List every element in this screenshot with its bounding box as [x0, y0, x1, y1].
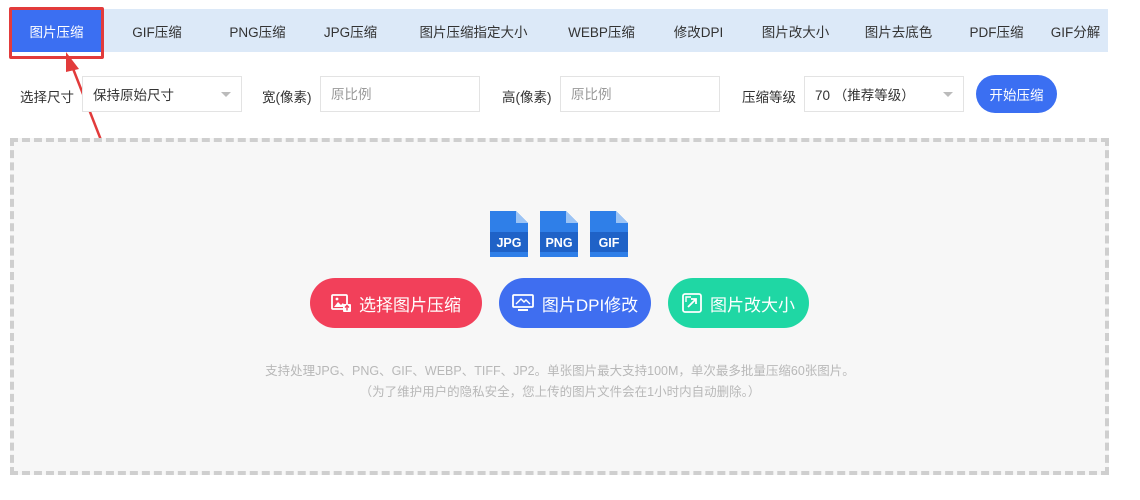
jpg-file-label: JPG [496, 236, 521, 250]
jpg-file-icon: JPG [490, 211, 528, 257]
tab-pdf-compress[interactable]: PDF压缩 [950, 9, 1043, 52]
image-resize-label: 图片改大小 [710, 295, 795, 315]
tab-webp-compress[interactable]: WEBP压缩 [550, 9, 653, 52]
image-resize-button[interactable]: 图片改大小 [668, 278, 809, 328]
tab-compress-to-size[interactable]: 图片压缩指定大小 [397, 9, 550, 52]
tab-resize-image[interactable]: 图片改大小 [744, 9, 847, 52]
size-label: 选择尺寸 [20, 90, 74, 105]
chevron-down-icon [943, 92, 953, 97]
tab-png-compress[interactable]: PNG压缩 [211, 9, 304, 52]
tool-tabbar: 图片压缩 GIF压缩 PNG压缩 JPG压缩 图片压缩指定大小 WEBP压缩 修… [10, 9, 1108, 52]
width-field[interactable] [320, 76, 480, 112]
width-input[interactable] [331, 77, 479, 111]
png-file-label: PNG [545, 236, 572, 250]
tab-jpg-compress[interactable]: JPG压缩 [304, 9, 397, 52]
png-file-icon: PNG [540, 211, 578, 257]
size-select[interactable]: 保持原始尺寸 [82, 76, 242, 112]
compression-level-value: 70 （推荐等级） [815, 88, 915, 103]
image-dpi-modify-button[interactable]: 图片DPI修改 [499, 278, 651, 328]
gif-file-icon: GIF [590, 211, 628, 257]
tab-gif-split[interactable]: GIF分解 [1043, 9, 1108, 52]
tab-image-compress[interactable]: 图片压缩 [10, 9, 103, 52]
size-select-value: 保持原始尺寸 [93, 88, 174, 103]
select-image-compress-label: 选择图片压缩 [359, 295, 461, 315]
monitor-icon [511, 294, 534, 311]
privacy-note: （为了维护用户的隐私安全，您上传的图片文件会在1小时内自动删除。） [359, 385, 761, 399]
tab-modify-dpi[interactable]: 修改DPI [653, 9, 744, 52]
tab-remove-background[interactable]: 图片去底色 [847, 9, 950, 52]
height-field[interactable] [560, 76, 720, 112]
height-label: 高(像素) [502, 90, 552, 105]
image-upload-icon [331, 294, 351, 312]
chevron-down-icon [221, 92, 231, 97]
compression-level-select[interactable]: 70 （推荐等级） [804, 76, 964, 112]
compression-level-label: 压缩等级 [742, 90, 796, 105]
select-image-compress-button[interactable]: 选择图片压缩 [310, 278, 482, 328]
image-dpi-modify-label: 图片DPI修改 [541, 295, 639, 315]
start-compress-button[interactable]: 开始压缩 [976, 75, 1057, 113]
file-type-icons: JPG PNG GIF [487, 208, 631, 260]
height-input[interactable] [571, 77, 719, 111]
tab-gif-compress[interactable]: GIF压缩 [103, 9, 211, 52]
resize-icon [682, 293, 702, 313]
width-label: 宽(像素) [262, 90, 312, 105]
supported-formats-note: 支持处理JPG、PNG、GIF、WEBP、TIFF、JP2。单张图片最大支持10… [265, 364, 855, 378]
gif-file-label: GIF [599, 236, 620, 250]
